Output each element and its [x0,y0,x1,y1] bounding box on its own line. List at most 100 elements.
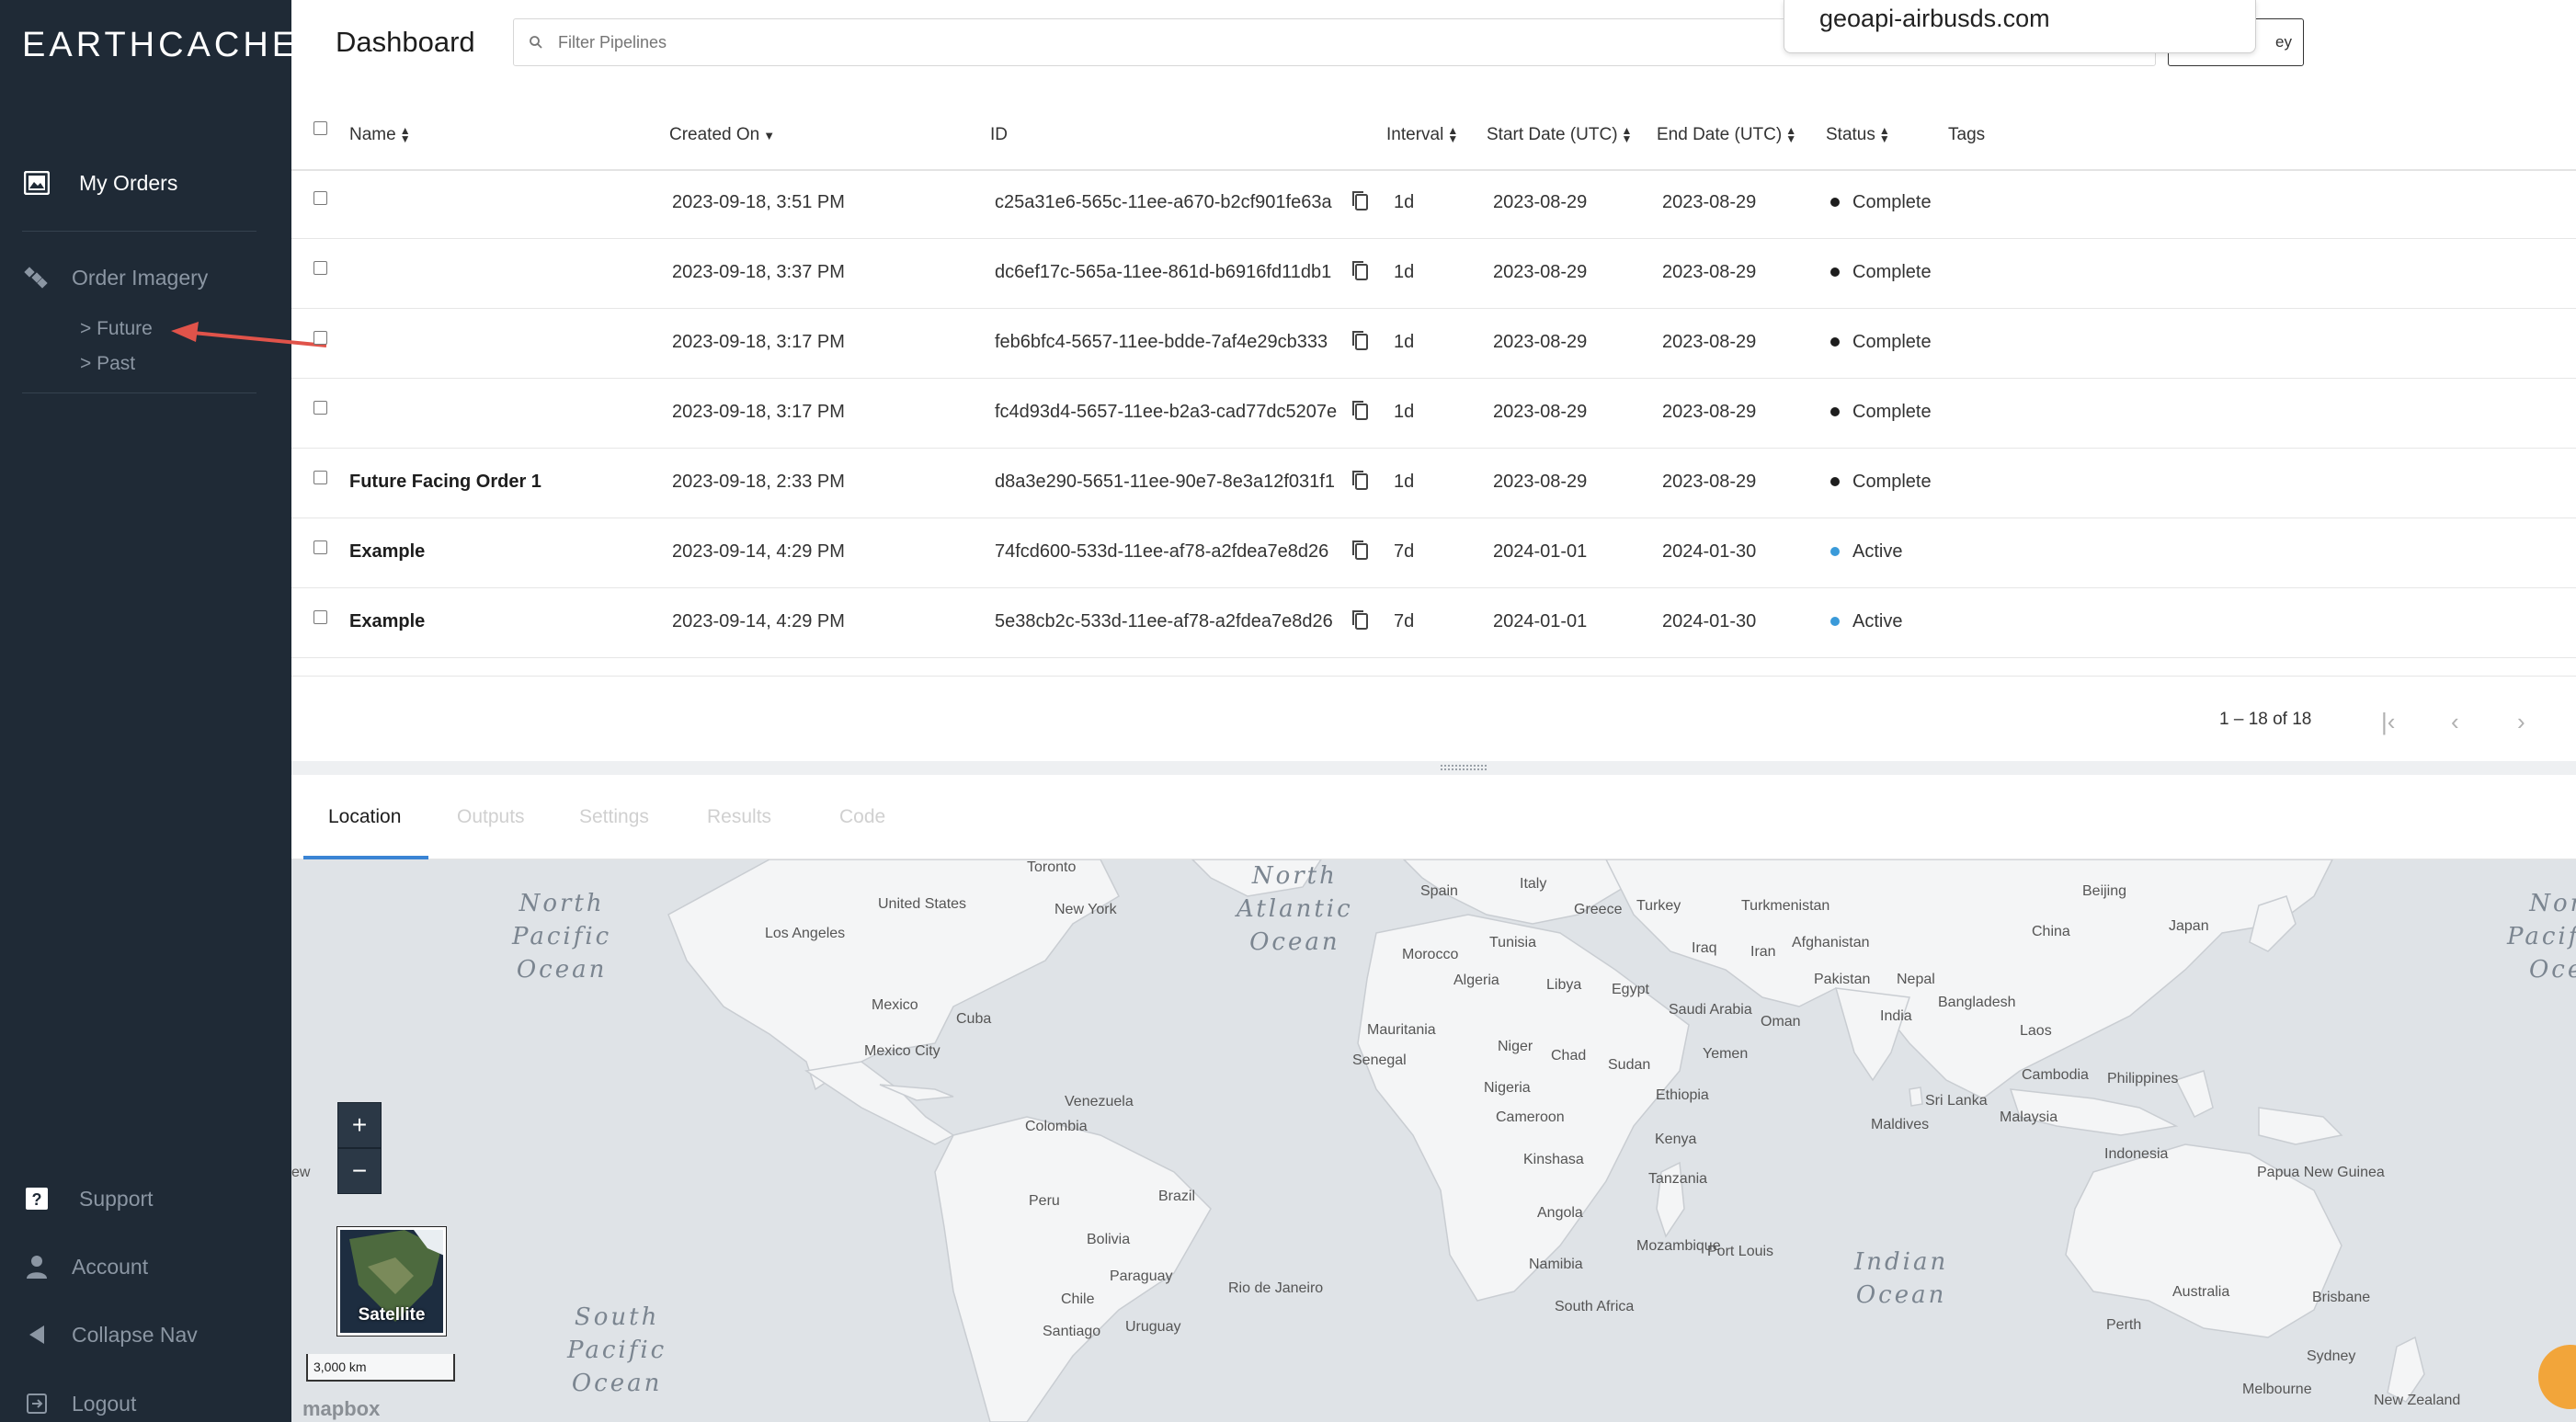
status-dot [1830,616,1840,626]
map-place-label: China [2032,924,2070,939]
map-place-label: Rio de Janeiro [1228,1280,1324,1296]
map-place-label: Brisbane [2312,1290,2371,1305]
copy-icon[interactable] [1351,539,1371,563]
table-row[interactable]: 2023-09-18, 3:51 PM c25a31e6-565c-11ee-a6… [291,169,2576,239]
status-dot [1830,197,1840,207]
cell-id: c25a31e6-565c-11ee-a670-b2cf901fe63a [995,192,1332,212]
zoom-in-button[interactable]: + [337,1102,382,1148]
map-place-label: Cambodia [2022,1067,2089,1083]
cell-status: Complete [1830,402,1932,423]
cell-status: Active [1830,541,1902,563]
sidebar-item-order-imagery[interactable]: Order Imagery [22,263,208,292]
user-icon [22,1252,51,1281]
cell-start-date: 2023-08-29 [1493,402,1588,422]
copy-icon[interactable] [1351,189,1371,213]
sidebar-item-my-orders[interactable]: My Orders [22,168,177,198]
sidebar-item-support[interactable]: ? Support [22,1184,154,1213]
map-place-label: Iraq [1692,940,1717,956]
sidebar-item-label: My Orders [79,170,178,195]
column-header-status[interactable]: Status ▲ ▼ [1826,125,1890,145]
zoom-out-button[interactable]: − [337,1148,382,1194]
copy-icon[interactable] [1351,609,1371,632]
detail-tabs: Location Outputs Settings Results Code [291,775,2576,859]
location-map[interactable]: North Pacific Ocean North Atlantic Ocean Sou… [291,859,2576,1422]
cell-status: Complete [1830,262,1932,283]
map-place-label: Kenya [1655,1132,1697,1147]
sort-icon: ▲ ▼ [399,124,411,145]
sidebar-item-account[interactable]: Account [22,1252,148,1281]
copy-icon[interactable] [1351,329,1371,353]
map-place-label: Namibia [1529,1257,1583,1272]
table-row[interactable]: Example 2023-09-14, 4:29 PM 74fcd600-533d-… [291,518,2576,588]
ocean-label: North Pacific Ocean [512,890,612,984]
cell-id: 74fcd600-533d-11ee-af78-a2fdea7e8d26 [995,541,1329,562]
map-place-label: Nigeria [1484,1080,1531,1096]
column-header-interval[interactable]: Interval ▲ ▼ [1386,125,1458,145]
first-page-button[interactable]: |‹ [2381,708,2395,736]
prev-page-button[interactable]: ‹ [2451,708,2459,736]
sidebar-item-label: Collapse Nav [72,1322,198,1347]
cell-interval: 1d [1394,402,1415,422]
map-place-label: Mauritania [1367,1022,1436,1038]
table-header: Name ▲ ▼ Created On ▼ ID Interval ▲ ▼ Start D… [291,99,2576,171]
cell-name: Future Facing Order 1 [349,472,541,492]
column-header-tags: Tags [1948,125,1986,144]
tab-results[interactable]: Results [707,806,771,828]
map-place-label: Sudan [1608,1057,1651,1073]
tab-outputs[interactable]: Outputs [457,806,525,828]
sort-icon: ▲ ▼ [1447,124,1459,145]
copy-icon[interactable] [1351,469,1371,493]
map-place-label: Spain [1420,883,1458,899]
table-row[interactable]: 2023-09-18, 3:17 PM feb6bfc4-5657-11ee-bd… [291,309,2576,379]
map-place-label: Bangladesh [1938,995,2016,1010]
satellite-toggle[interactable]: Satellite [336,1226,447,1337]
cell-id: dc6ef17c-565a-11ee-861d-b6916fd11db1 [995,262,1332,282]
copy-icon[interactable] [1351,259,1371,283]
map-place-label: Morocco [1402,947,1459,962]
status-dot [1830,546,1840,556]
copy-icon[interactable] [1351,399,1371,423]
row-checkbox[interactable] [313,610,327,624]
sidebar-sublink-past[interactable]: > Past [80,353,135,375]
panel-resize-handle[interactable] [291,761,2576,775]
table-row[interactable]: Future Facing Order 1 2023-09-18, 2:33 PM… [291,449,2576,518]
sidebar-item-collapse-nav[interactable]: Collapse Nav [22,1320,198,1349]
map-place-label: Mexico [872,997,918,1013]
row-checkbox[interactable] [313,331,327,345]
map-place-label: Tanzania [1648,1171,1708,1187]
column-header-start-date[interactable]: Start Date (UTC) ▲ ▼ [1487,125,1632,145]
map-place-label: Kinshasa [1523,1152,1584,1167]
next-page-button[interactable]: › [2517,708,2525,736]
sidebar-item-logout[interactable]: Logout [22,1389,136,1418]
tab-code[interactable]: Code [839,806,885,828]
column-header-end-date[interactable]: End Date (UTC) ▲ ▼ [1657,125,1796,145]
sidebar-sublink-future[interactable]: > Future [80,318,153,340]
cell-end-date: 2023-08-29 [1662,332,1757,352]
earthcache-logo[interactable]: EARTHCACHE [22,26,299,65]
mapbox-logo[interactable]: mapbox [302,1397,380,1421]
row-checkbox[interactable] [313,191,327,205]
column-header-name[interactable]: Name ▲ ▼ [349,125,411,145]
column-header-created-on[interactable]: Created On ▼ [669,125,775,145]
row-checkbox[interactable] [313,540,327,554]
cell-name: Example [349,541,426,562]
tab-settings[interactable]: Settings [579,806,649,828]
table-row[interactable]: Example 2023-09-14, 4:29 PM 5e38cb2c-533d-… [291,588,2576,658]
table-row[interactable]: 2023-09-18, 3:17 PM fc4d93d4-5657-11ee-b2… [291,379,2576,449]
map-place-label: Mexico City [864,1043,940,1059]
map-place-label: Colombia [1025,1119,1088,1134]
cell-interval: 7d [1394,541,1415,562]
row-checkbox[interactable] [313,401,327,415]
map-place-label: Saudi Arabia [1669,1002,1752,1018]
tab-location[interactable]: Location [328,806,401,828]
map-place-label: Tunisia [1489,935,1536,950]
cell-created-on: 2023-09-18, 2:33 PM [672,472,845,492]
row-checkbox[interactable] [313,471,327,484]
table-row[interactable]: 2023-09-18, 3:37 PM dc6ef17c-565a-11ee-86… [291,239,2576,309]
cell-start-date: 2023-08-29 [1493,262,1588,282]
select-all-checkbox[interactable] [313,121,327,135]
status-dot [1830,267,1840,277]
filter-input[interactable] [558,32,1110,52]
cell-end-date: 2023-08-29 [1662,472,1757,492]
row-checkbox[interactable] [313,261,327,275]
